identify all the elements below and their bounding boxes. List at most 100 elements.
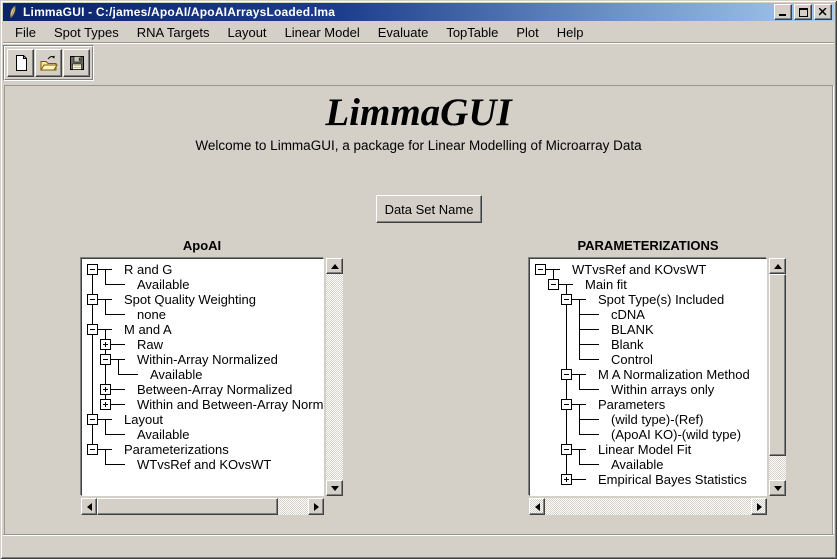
scroll-left-button[interactable] bbox=[529, 498, 545, 515]
tree-connector-line bbox=[97, 449, 112, 450]
tree-node-label[interactable]: Main fit bbox=[585, 277, 627, 292]
tree-collapse-toggle[interactable] bbox=[561, 444, 572, 455]
close-icon bbox=[819, 8, 827, 16]
title-bar[interactable]: LimmaGUI - C:/james/ApoAI/ApoAIArraysLoa… bbox=[3, 3, 834, 21]
tree-collapse-toggle[interactable] bbox=[87, 324, 98, 335]
tree-connector-line bbox=[105, 434, 125, 435]
tree-node-label[interactable]: Parameterizations bbox=[124, 442, 229, 457]
new-file-icon bbox=[12, 54, 30, 72]
tree-node-label[interactable]: Parameters bbox=[598, 397, 665, 412]
tree-node-label[interactable]: Spot Type(s) Included bbox=[598, 292, 724, 307]
arrow-up-icon bbox=[331, 264, 339, 269]
tree-expand-toggle[interactable] bbox=[100, 384, 111, 395]
minimize-button[interactable] bbox=[774, 4, 792, 20]
tree-node-label[interactable]: Linear Model Fit bbox=[598, 442, 691, 457]
tree-node-label[interactable]: Within arrays only bbox=[611, 382, 714, 397]
tree-connector-line bbox=[579, 344, 599, 345]
maximize-button[interactable] bbox=[794, 4, 812, 20]
tree-collapse-toggle[interactable] bbox=[87, 414, 98, 425]
tree-node-label[interactable]: none bbox=[137, 307, 166, 322]
new-file-button[interactable] bbox=[7, 49, 34, 77]
scroll-up-button[interactable] bbox=[769, 258, 786, 274]
tree-node-label[interactable]: cDNA bbox=[611, 307, 645, 322]
tree-node-label[interactable]: M A Normalization Method bbox=[598, 367, 750, 382]
scroll-right-button[interactable] bbox=[751, 498, 767, 515]
tree-connector-line bbox=[97, 419, 112, 420]
tree-connector-line bbox=[571, 404, 586, 405]
tree-node-label[interactable]: R and G bbox=[124, 262, 172, 277]
tree-node-label[interactable]: Raw bbox=[137, 337, 163, 352]
save-file-button[interactable] bbox=[63, 49, 90, 77]
tree-node-label[interactable]: Empirical Bayes Statistics bbox=[598, 472, 747, 487]
tree-node-label[interactable]: Within and Between-Array Norm bbox=[137, 397, 323, 412]
tree-node-label[interactable]: WTvsRef and KOvsWT bbox=[137, 457, 271, 472]
tree-connector-line bbox=[97, 299, 112, 300]
tree-collapse-toggle[interactable] bbox=[548, 279, 559, 290]
tree-node-label[interactable]: Within-Array Normalized bbox=[137, 352, 278, 367]
left-tree-vertical-scrollbar[interactable] bbox=[326, 258, 343, 496]
tree-node-label[interactable]: Available bbox=[137, 277, 190, 292]
tree-collapse-toggle[interactable] bbox=[87, 264, 98, 275]
menu-item-evaluate[interactable]: Evaluate bbox=[369, 23, 438, 42]
open-file-button[interactable] bbox=[35, 49, 62, 77]
tree-node-label[interactable]: Blank bbox=[611, 337, 644, 352]
menu-item-help[interactable]: Help bbox=[548, 23, 593, 42]
menu-bar: FileSpot TypesRNA TargetsLayoutLinear Mo… bbox=[3, 22, 834, 42]
right-tree: WTvsRef and KOvsWTMain fitSpot Type(s) I… bbox=[529, 258, 767, 496]
menu-item-linear-model[interactable]: Linear Model bbox=[276, 23, 369, 42]
tree-connector-line bbox=[110, 344, 125, 345]
right-tree-horizontal-scrollbar[interactable] bbox=[529, 498, 767, 515]
close-button[interactable] bbox=[814, 4, 832, 20]
maximize-icon bbox=[799, 8, 808, 17]
horizontal-scroll-thumb[interactable] bbox=[97, 498, 278, 515]
right-tree-vertical-scrollbar[interactable] bbox=[769, 258, 786, 496]
tree-expand-toggle[interactable] bbox=[100, 339, 111, 350]
tree-node-label[interactable]: Spot Quality Weighting bbox=[124, 292, 256, 307]
tree-node-label[interactable]: Between-Array Normalized bbox=[137, 382, 292, 397]
vertical-scroll-thumb[interactable] bbox=[769, 274, 786, 456]
scroll-up-button[interactable] bbox=[326, 258, 343, 274]
feather-icon bbox=[6, 5, 20, 19]
scroll-down-button[interactable] bbox=[769, 480, 786, 496]
tree-node-label[interactable]: BLANK bbox=[611, 322, 654, 337]
left-tree-horizontal-scrollbar[interactable] bbox=[81, 498, 324, 515]
tree-connector-line bbox=[571, 374, 586, 375]
tree-node-label[interactable]: Available bbox=[137, 427, 190, 442]
tree-node-label[interactable]: (ApoAI KO)-(wild type) bbox=[611, 427, 741, 442]
scroll-right-button[interactable] bbox=[308, 498, 324, 515]
tree-collapse-toggle[interactable] bbox=[561, 399, 572, 410]
tree-node-label[interactable]: (wild type)-(Ref) bbox=[611, 412, 703, 427]
tree-node-label[interactable]: Available bbox=[150, 367, 203, 382]
tree-collapse-toggle[interactable] bbox=[100, 354, 111, 365]
tree-collapse-toggle[interactable] bbox=[87, 294, 98, 305]
tree-connector-line bbox=[105, 314, 125, 315]
scroll-down-button[interactable] bbox=[326, 480, 343, 496]
data-set-name-button[interactable]: Data Set Name bbox=[376, 195, 482, 223]
menu-item-spot-types[interactable]: Spot Types bbox=[45, 23, 128, 42]
tree-connector-line bbox=[110, 359, 125, 360]
tree-collapse-toggle[interactable] bbox=[561, 369, 572, 380]
tree-connector-line bbox=[105, 419, 106, 434]
menu-item-rna-targets[interactable]: RNA Targets bbox=[128, 23, 219, 42]
scroll-left-button[interactable] bbox=[81, 498, 97, 515]
arrow-right-icon bbox=[757, 503, 762, 511]
tree-node-label[interactable]: M and A bbox=[124, 322, 172, 337]
menu-item-toptable[interactable]: TopTable bbox=[437, 23, 507, 42]
right-tree-header: PARAMETERIZATIONS bbox=[529, 238, 767, 254]
tree-collapse-toggle[interactable] bbox=[535, 264, 546, 275]
menu-item-layout[interactable]: Layout bbox=[219, 23, 276, 42]
window-title: LimmaGUI - C:/james/ApoAI/ApoAIArraysLoa… bbox=[23, 5, 774, 19]
menu-item-file[interactable]: File bbox=[6, 23, 45, 42]
tree-expand-toggle[interactable] bbox=[561, 474, 572, 485]
tree-node-label[interactable]: WTvsRef and KOvsWT bbox=[572, 262, 706, 277]
tree-connector-line bbox=[571, 299, 586, 300]
tree-expand-toggle[interactable] bbox=[100, 399, 111, 410]
tree-connector-line bbox=[105, 299, 106, 314]
tree-collapse-toggle[interactable] bbox=[87, 444, 98, 455]
tree-connector-line bbox=[579, 464, 599, 465]
menu-item-plot[interactable]: Plot bbox=[507, 23, 547, 42]
tree-node-label[interactable]: Layout bbox=[124, 412, 163, 427]
tree-node-label[interactable]: Available bbox=[611, 457, 664, 472]
tree-collapse-toggle[interactable] bbox=[561, 294, 572, 305]
tree-node-label[interactable]: Control bbox=[611, 352, 653, 367]
